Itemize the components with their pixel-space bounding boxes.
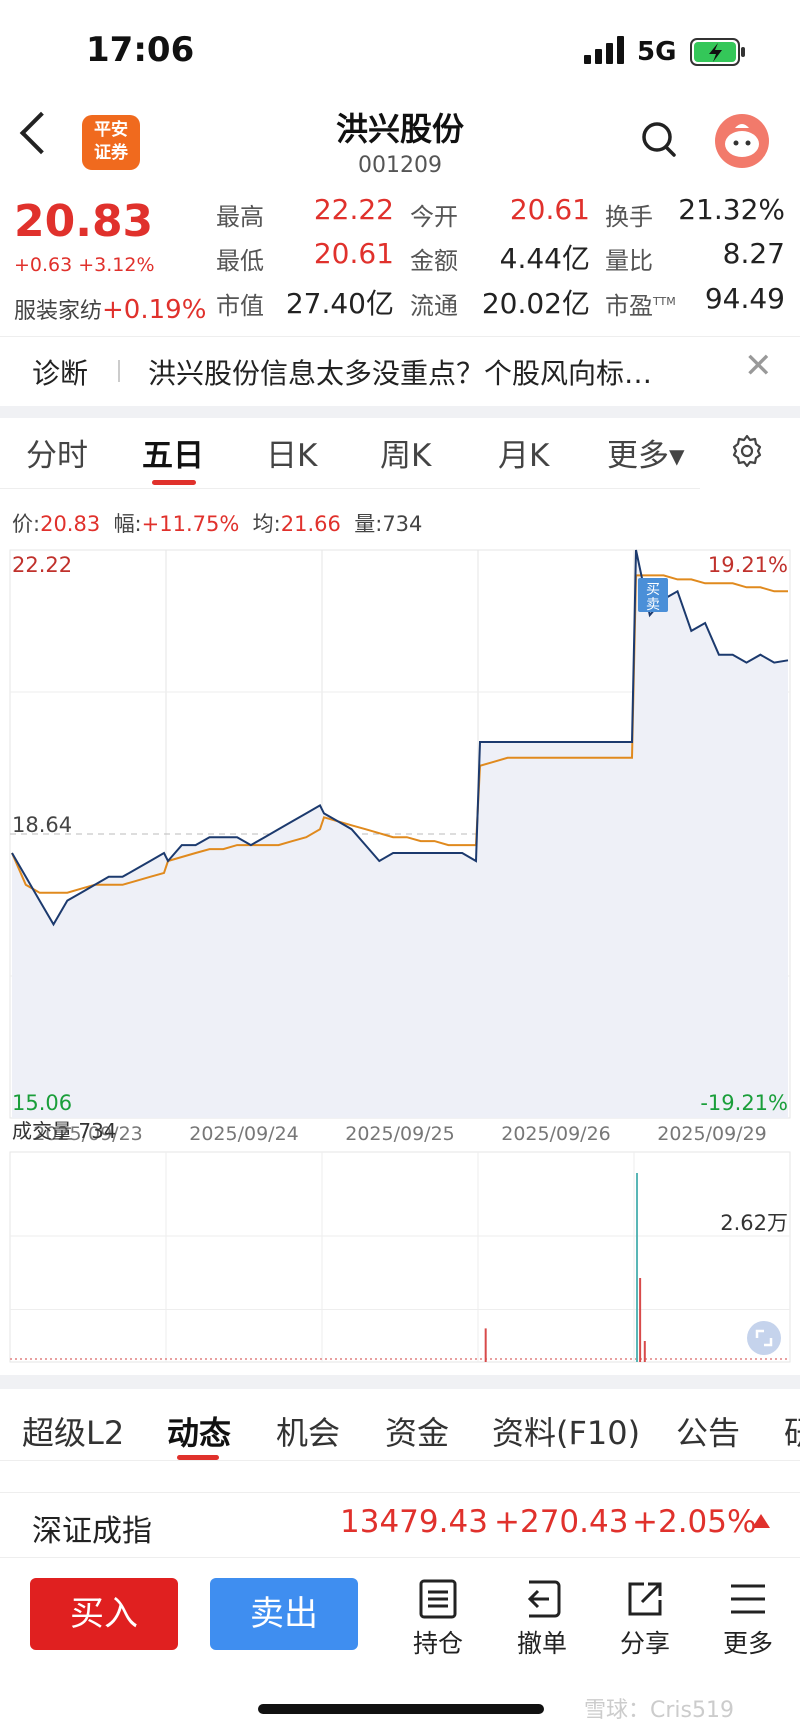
quote-value: 8.27 [722, 237, 785, 270]
sell-marker-label: 卖 [646, 597, 660, 613]
x-date-label: 2025/09/24 [189, 1123, 299, 1145]
volume-label: 成交量 734 [12, 1119, 117, 1143]
watermark: 雪球：Cris519 [584, 1698, 734, 1723]
expand-icon[interactable] [747, 1321, 781, 1355]
share-label: 分享 [619, 1629, 670, 1658]
quote-value: 27.40亿 [285, 287, 394, 320]
bottom-tab-4[interactable]: 资料(F10) [492, 1408, 640, 1454]
cancel-order-button[interactable]: 撤单 [502, 1578, 582, 1660]
battery-icon [690, 38, 745, 66]
quote-value: 21.32% [678, 193, 785, 226]
volume-max-label: 2.62万 [720, 1211, 788, 1235]
divider [118, 360, 120, 382]
industry-change[interactable]: 服装家纺+0.19% [14, 293, 206, 325]
quote-label: 换手 [605, 203, 653, 231]
y-label-mid: 18.64 [12, 813, 72, 837]
diagnosis-label: 诊断 [32, 357, 89, 390]
holdings-label: 持仓 [412, 1629, 463, 1658]
tab-5[interactable]: 更多▾ [607, 430, 685, 475]
status-time: 17:06 [86, 30, 195, 70]
y-label-bottom: 15.06 [12, 1091, 72, 1115]
bottom-tab-5[interactable]: 公告 [676, 1408, 740, 1454]
diagnosis-text[interactable]: 洪兴股份信息太多没重点？个股风向标… [148, 352, 652, 392]
quote-label: 流通 [410, 292, 458, 320]
menu-icon [731, 1584, 765, 1614]
divider [0, 1375, 800, 1389]
volume-frame [9, 1151, 791, 1363]
sell-button[interactable]: 卖出 [210, 1578, 358, 1650]
bottom-tab-1[interactable]: 动态 [167, 1408, 231, 1454]
tab-4[interactable]: 月K [498, 430, 549, 475]
buy-marker-label: 买 [646, 582, 660, 598]
price-chart[interactable]: 买卖22.2218.6415.0619.21%-19.21%2025/09/23… [0, 540, 800, 1375]
holdings-button[interactable]: 持仓 [398, 1578, 478, 1660]
stock-code: 001209 [358, 153, 442, 178]
quote-label: 市盈TTM [605, 292, 676, 320]
quote-label: 金额 [410, 247, 458, 275]
tab-0[interactable]: 分时 [26, 430, 88, 475]
avatar[interactable] [715, 114, 769, 168]
quote-value: 20.61 [313, 237, 394, 270]
stock-name: 洪兴股份 [335, 110, 464, 148]
quote-value: 20.02亿 [481, 287, 590, 320]
gear-icon[interactable] [730, 434, 764, 468]
bottom-tab-2[interactable]: 机会 [276, 1408, 340, 1454]
bottom-tab-6[interactable]: 研 [784, 1408, 800, 1454]
undo-icon [527, 1580, 561, 1618]
more-label: 更多 [722, 1629, 773, 1658]
divider [0, 488, 700, 489]
more-button[interactable]: 更多 [708, 1578, 788, 1660]
index-percent: +2.05% [632, 1504, 757, 1540]
quote-value: 94.49 [704, 282, 785, 315]
x-date-label: 2025/09/29 [657, 1123, 767, 1145]
cancel-order-label: 撤单 [516, 1629, 567, 1658]
divider [0, 406, 800, 418]
divider [0, 1460, 800, 1461]
signal-icon [584, 36, 628, 64]
share-icon [628, 1582, 662, 1616]
tab-1[interactable]: 五日 [142, 430, 204, 475]
x-date-label: 2025/09/25 [345, 1123, 455, 1145]
holdings-icon [419, 1579, 457, 1619]
up-arrow-icon [752, 1514, 770, 1528]
bottom-tab-0[interactable]: 超级L2 [22, 1408, 124, 1454]
search-icon[interactable] [640, 120, 678, 158]
quote-label: 量比 [605, 247, 653, 275]
index-value: 13479.43 [340, 1504, 488, 1540]
quote-label: 最低 [216, 247, 264, 275]
y-label-top: 22.22 [12, 553, 72, 577]
quote-label: 市值 [216, 292, 264, 320]
index-change: +270.43 [494, 1504, 629, 1540]
tab-3[interactable]: 周K [380, 430, 431, 475]
network-type: 5G [637, 37, 677, 67]
chart-info-row: 价:20.83 幅:+11.75% 均:21.66 量:734 [12, 512, 423, 536]
tab-2[interactable]: 日K [266, 430, 317, 475]
quote-value: 4.44亿 [499, 242, 590, 275]
bottom-tab-3[interactable]: 资金 [385, 1408, 449, 1454]
y-label-top-pct: 19.21% [708, 553, 788, 577]
price-change: +0.63 +3.12% [14, 254, 155, 276]
active-tab-indicator [152, 480, 196, 485]
quote-label: 最高 [216, 203, 264, 231]
index-name: 深证成指 [32, 1514, 152, 1549]
current-price: 20.83 [14, 196, 154, 247]
y-label-bottom-pct: -19.21% [700, 1091, 788, 1115]
quote-value: 20.61 [509, 193, 590, 226]
quote-label: 今开 [410, 203, 458, 231]
share-button[interactable]: 分享 [605, 1578, 685, 1660]
home-indicator[interactable] [258, 1704, 544, 1714]
buy-button[interactable]: 买入 [30, 1578, 178, 1650]
quote-value: 22.22 [313, 193, 394, 226]
x-date-label: 2025/09/26 [501, 1123, 611, 1145]
close-icon[interactable]: ✕ [744, 346, 773, 386]
